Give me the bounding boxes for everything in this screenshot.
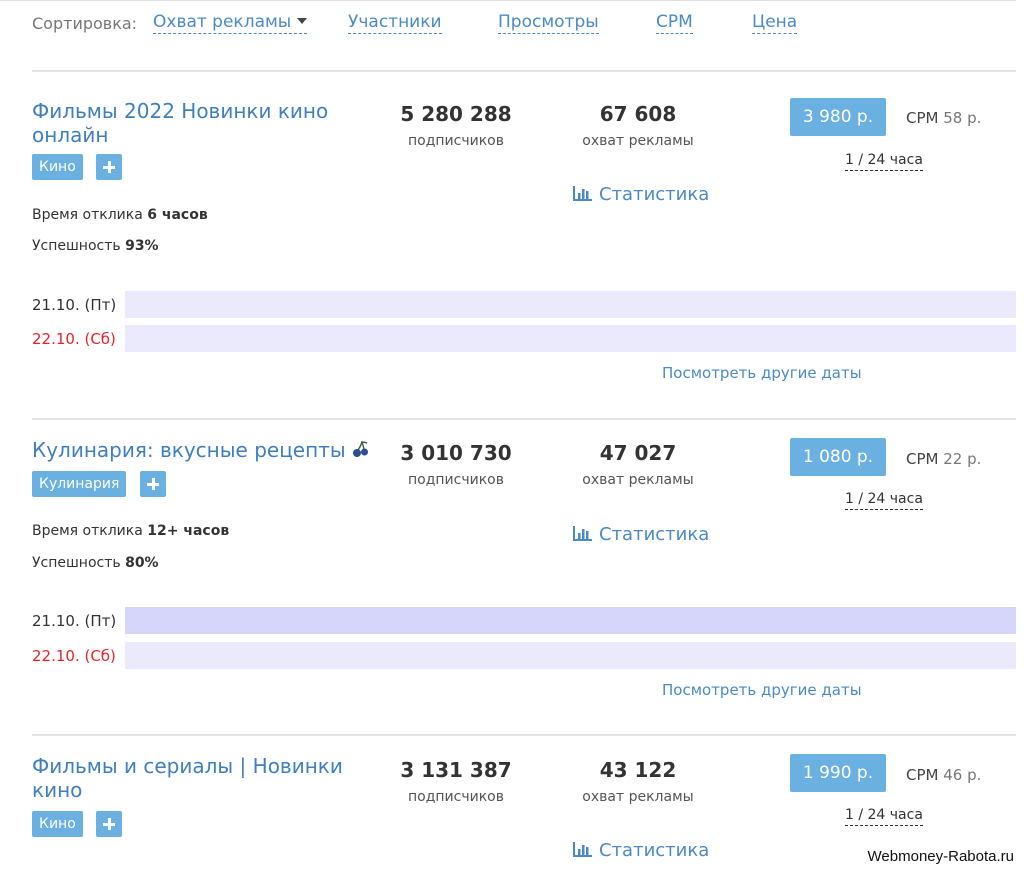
subscribers-count: 3 131 387 xyxy=(400,758,512,782)
sort-by-price[interactable]: Цена xyxy=(752,12,798,34)
add-icon[interactable] xyxy=(96,154,122,180)
price-button[interactable]: 1 080 р. xyxy=(790,438,886,476)
other-dates-link[interactable]: Посмотреть другие даты xyxy=(662,364,862,382)
statistics-link[interactable]: Статистика xyxy=(573,524,709,545)
period-selector[interactable]: 1 / 24 часа xyxy=(845,152,923,171)
bar-chart-icon xyxy=(573,526,592,541)
success-rate: Успешность 80% xyxy=(32,555,159,571)
date-label-weekend: 22.10. (Сб) xyxy=(32,330,116,348)
sort-bar: Сортировка: Охват рекламы Участники Прос… xyxy=(0,0,1016,48)
bar-chart-icon xyxy=(573,186,592,201)
date-availability-bar[interactable] xyxy=(125,607,1016,634)
watermark: Webmoney-Rabota.ru xyxy=(867,848,1014,865)
sort-label: Сортировка: xyxy=(32,14,138,33)
channel-card: Кулинария: вкусные рецепты Кулинария Вре… xyxy=(32,418,1016,734)
sort-by-reach[interactable]: Охват рекламы xyxy=(153,12,308,34)
subscribers-label: подписчиков xyxy=(408,789,504,805)
bar-chart-icon xyxy=(573,842,592,857)
date-label: 21.10. (Пт) xyxy=(32,296,117,314)
statistics-link[interactable]: Статистика xyxy=(573,840,709,861)
statistics-link[interactable]: Статистика xyxy=(573,184,709,205)
caret-down-icon xyxy=(297,18,308,24)
reach-label: охват рекламы xyxy=(582,133,694,149)
reach-label: охват рекламы xyxy=(582,789,694,805)
period-selector[interactable]: 1 / 24 часа xyxy=(845,491,923,510)
reach-count: 47 027 xyxy=(599,441,677,465)
channel-title[interactable]: Кулинария: вкусные рецепты xyxy=(32,438,392,462)
cpm-value: CPM 46 р. xyxy=(906,766,982,784)
subscribers-label: подписчиков xyxy=(408,472,504,488)
price-button[interactable]: 3 980 р. xyxy=(790,98,886,136)
subscribers-count: 5 280 288 xyxy=(400,102,512,126)
cherries-icon xyxy=(352,441,368,457)
reach-label: охват рекламы xyxy=(582,472,694,488)
subscribers-label: подписчиков xyxy=(408,133,504,149)
response-time: Время отклика 6 часов xyxy=(32,207,208,223)
sort-by-members[interactable]: Участники xyxy=(348,12,442,34)
price-button[interactable]: 1 990 р. xyxy=(790,754,886,792)
add-icon[interactable] xyxy=(96,811,122,837)
channel-tag[interactable]: Кино xyxy=(32,154,83,180)
success-rate: Успешность 93% xyxy=(32,238,159,254)
sort-by-reach-label: Охват рекламы xyxy=(153,12,292,32)
cpm-value: CPM 22 р. xyxy=(906,450,982,468)
date-availability-bar[interactable] xyxy=(125,325,1016,352)
reach-count: 67 608 xyxy=(599,102,677,126)
response-time: Время отклика 12+ часов xyxy=(32,523,230,539)
date-availability-bar[interactable] xyxy=(125,642,1016,669)
add-icon[interactable] xyxy=(140,471,166,497)
date-label: 21.10. (Пт) xyxy=(32,612,117,630)
period-selector[interactable]: 1 / 24 часа xyxy=(845,807,923,826)
channel-tag[interactable]: Кино xyxy=(32,811,83,837)
channel-title[interactable]: Фильмы 2022 Новинки кино онлайн xyxy=(32,99,372,147)
subscribers-count: 3 010 730 xyxy=(400,441,512,465)
cpm-value: CPM 58 р. xyxy=(906,109,982,127)
reach-count: 43 122 xyxy=(599,758,677,782)
channel-title-text: Кулинария: вкусные рецепты xyxy=(32,438,346,462)
channel-tag[interactable]: Кулинария xyxy=(32,471,127,497)
channel-title[interactable]: Фильмы и сериалы | Новинки кино xyxy=(32,754,372,802)
date-label-weekend: 22.10. (Сб) xyxy=(32,647,116,665)
sort-by-cpm[interactable]: CPM xyxy=(656,12,693,34)
other-dates-link[interactable]: Посмотреть другие даты xyxy=(662,681,862,699)
channel-card: Фильмы 2022 Новинки кино онлайн Кино Вре… xyxy=(32,70,1016,418)
date-availability-bar[interactable] xyxy=(125,291,1016,318)
sort-by-views[interactable]: Просмотры xyxy=(498,12,599,34)
